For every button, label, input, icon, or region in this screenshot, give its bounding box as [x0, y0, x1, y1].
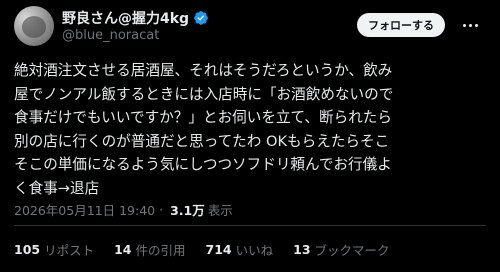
stat-likes[interactable]: 714 いいね — [206, 240, 274, 259]
divider — [14, 225, 486, 226]
stat-label: いいね — [235, 243, 274, 258]
author-name-row[interactable]: 野良さん@握力4kg — [62, 8, 209, 28]
meta-separator: · — [159, 202, 164, 217]
views-label: 表示 — [207, 203, 233, 218]
stat-reposts[interactable]: 105 リポスト — [14, 240, 94, 259]
more-options-icon[interactable] — [458, 14, 482, 36]
author-display-name[interactable]: 野良さん@握力4kg — [62, 8, 189, 28]
stat-label: ブックマーク — [314, 243, 390, 258]
tweet-timestamp[interactable]: 2026年05月11日 19:40 — [14, 200, 155, 219]
author-handle[interactable]: @blue_noracat — [62, 28, 159, 43]
stat-count: 105 — [14, 242, 41, 257]
follow-button[interactable]: フォローする — [357, 13, 445, 37]
tweet-meta: 2026年05月11日 19:40 · 3.1万 表示 — [14, 200, 233, 219]
stat-label: リポスト — [44, 243, 95, 258]
tweet-text: 絶対酒注文させる居酒屋、それはそうだろというか、飲み 屋でノンアル飯するときには… — [14, 62, 394, 197]
stat-count: 714 — [205, 242, 232, 257]
engagement-stats: 105 リポスト 14 件の引用 714 いいね 13 ブックマーク — [14, 240, 410, 259]
views-count: 3.1万 — [170, 203, 205, 218]
author-avatar[interactable] — [14, 6, 54, 46]
stat-label: 件の引用 — [135, 243, 186, 258]
stat-count: 13 — [293, 242, 311, 257]
stat-quotes[interactable]: 14 件の引用 — [114, 240, 185, 259]
stat-bookmarks[interactable]: 13 ブックマーク — [293, 240, 389, 259]
verified-badge-icon — [193, 10, 209, 26]
stat-count: 14 — [114, 242, 132, 257]
